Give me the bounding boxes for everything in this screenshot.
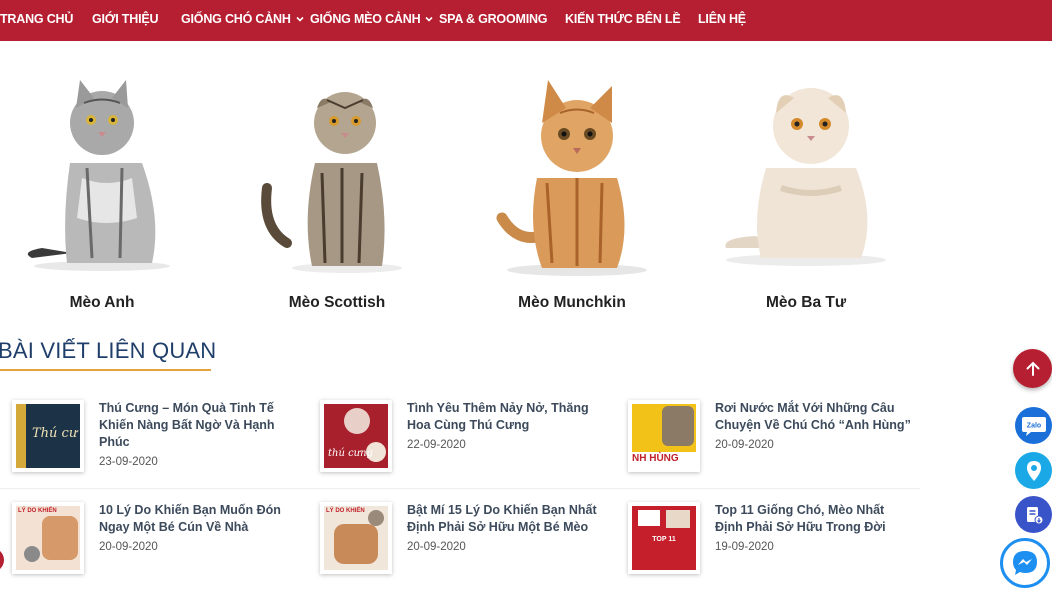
article-date: 20-09-2020 (407, 541, 466, 553)
article-thumbnail[interactable]: thú cưng (320, 400, 392, 472)
nav-item-dog-breeds[interactable]: GIỐNG CHÓ CẢNH (181, 0, 305, 37)
nav-label: SPA & GROOMING (439, 11, 548, 26)
messenger-button[interactable] (1000, 538, 1050, 588)
article-thumbnail[interactable]: TOP 11 (628, 502, 700, 574)
cat-name: Mèo Munchkin (518, 294, 626, 311)
article-title[interactable]: Top 11 Giống Chó, Mèo Nhất Định Phải Sở … (715, 502, 915, 536)
article-card[interactable]: NH HÙNG Rơi Nước Mắt Với Những Câu Chuyệ… (628, 400, 928, 495)
article-date: 20-09-2020 (99, 541, 158, 553)
nav-item-home[interactable]: TRANG CHỦ (0, 0, 73, 37)
article-title[interactable]: Thú Cưng – Món Quà Tinh Tế Khiến Nàng Bấ… (99, 400, 299, 451)
nav-item-cat-breeds[interactable]: GIỐNG MÈO CẢNH (310, 0, 434, 37)
cat-name: Mèo Scottish (288, 294, 386, 311)
back-to-top-button[interactable] (1013, 349, 1052, 388)
cat-image-persian (725, 88, 886, 266)
cat-card-british[interactable]: Mèo Anh (0, 68, 212, 318)
article-thumbnail[interactable]: LÝ DO KHIẾN (12, 502, 84, 574)
nav-label: GIỐNG CHÓ CẢNH (181, 11, 291, 26)
article-title[interactable]: Rơi Nước Mắt Với Những Câu Chuyện Về Chú… (715, 400, 915, 434)
map-button[interactable] (1015, 452, 1052, 489)
article-date: 20-09-2020 (715, 439, 774, 451)
nav-label: GIỐNG MÈO CẢNH (310, 11, 421, 26)
thumbnail-caption: Thú cư (32, 426, 78, 441)
article-card[interactable]: Thú cư Thú Cưng – Món Quà Tinh Tế Khiến … (12, 400, 312, 495)
article-card[interactable]: LÝ DO KHIẾN Bật Mí 15 Lý Do Khiến Bạn Nh… (320, 502, 620, 589)
cat-image-british (27, 80, 170, 271)
article-title[interactable]: Tình Yêu Thêm Nảy Nở, Thăng Hoa Cùng Thú… (407, 400, 607, 434)
article-thumbnail[interactable]: LÝ DO KHIẾN (320, 502, 392, 574)
messenger-icon (1013, 551, 1037, 575)
cat-card-munchkin[interactable]: Mèo Munchkin (462, 68, 682, 318)
zalo-button[interactable]: Zalo (1015, 407, 1052, 444)
nav-label: TRANG CHỦ (0, 11, 74, 26)
article-thumbnail[interactable]: Thú cư (12, 400, 84, 472)
register-form-button[interactable] (1015, 496, 1052, 533)
thumbnail-caption: thú cưng (328, 448, 373, 459)
arrow-up-icon (1026, 361, 1039, 376)
cat-name: Mèo Ba Tư (765, 294, 847, 311)
thumbnail-caption: LÝ DO KHIẾN (326, 508, 365, 514)
map-pin-icon (1026, 460, 1041, 481)
chevron-down-icon (425, 16, 433, 22)
article-title[interactable]: Bật Mí 15 Lý Do Khiến Bạn Nhất Định Phải… (407, 502, 607, 536)
nav-item-contact[interactable]: LIÊN HỆ (698, 0, 746, 37)
article-card[interactable]: LÝ DO KHIẾN 10 Lý Do Khiến Bạn Muốn Đón … (12, 502, 312, 589)
nav-item-knowledge[interactable]: KIẾN THỨC BÊN LỀ (565, 0, 681, 37)
page: TRANG CHỦ GIỚI THIỆU GIỐNG CHÓ CẢNH GIỐN… (0, 0, 1052, 589)
cat-card-scottish[interactable]: Mèo Scottish (227, 68, 447, 318)
section-title: BÀI VIẾT LIÊN QUAN (0, 338, 217, 363)
row-divider (0, 488, 920, 489)
article-card[interactable]: thú cưng Tình Yêu Thêm Nảy Nở, Thăng Hoa… (320, 400, 620, 495)
cat-image-munchkin (496, 80, 647, 276)
thumbnail-caption: TOP 11 (652, 536, 676, 543)
left-floating-tab[interactable] (0, 548, 4, 572)
nav-label: LIÊN HỆ (698, 11, 746, 26)
thumbnail-caption: NH HÙNG (632, 453, 679, 464)
article-title[interactable]: 10 Lý Do Khiến Bạn Muốn Đón Ngay Một Bé … (99, 502, 299, 536)
nav-item-about[interactable]: GIỚI THIỆU (92, 0, 159, 37)
zalo-label: Zalo (1026, 422, 1040, 429)
section-underline (0, 369, 211, 371)
cat-card-persian[interactable]: Mèo Ba Tư (696, 68, 916, 318)
nav-item-spa[interactable]: SPA & GROOMING (439, 0, 548, 37)
main-nav: TRANG CHỦ GIỚI THIỆU GIỐNG CHÓ CẢNH GIỐN… (0, 0, 1052, 41)
chevron-down-icon (296, 16, 304, 22)
article-card[interactable]: TOP 11 Top 11 Giống Chó, Mèo Nhất Định P… (628, 502, 928, 589)
article-date: 19-09-2020 (715, 541, 774, 553)
zalo-icon: Zalo (1021, 416, 1046, 436)
cat-image-scottish (261, 92, 402, 273)
nav-label: KIẾN THỨC BÊN LỀ (565, 11, 681, 26)
nav-label: GIỚI THIỆU (92, 11, 159, 26)
thumbnail-caption: LÝ DO KHIẾN (18, 508, 57, 514)
article-date: 23-09-2020 (99, 456, 158, 468)
article-date: 22-09-2020 (407, 439, 466, 451)
form-download-icon (1026, 506, 1043, 524)
cat-name: Mèo Anh (69, 294, 135, 311)
article-thumbnail[interactable]: NH HÙNG (628, 400, 700, 472)
